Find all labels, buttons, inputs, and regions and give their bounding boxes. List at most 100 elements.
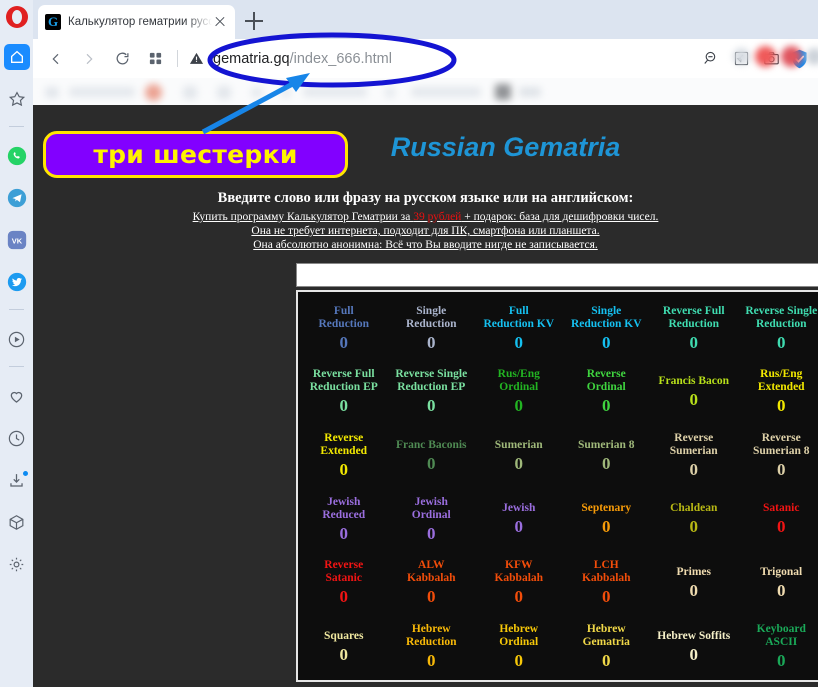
address-bar[interactable]: gematria.gq/index_666.html	[186, 45, 693, 73]
gematria-cell-value: 0	[427, 332, 436, 352]
gematria-cell-label: Reverse Satanic	[324, 559, 364, 585]
sidebar-item-favorites[interactable]	[4, 86, 30, 112]
browser-toolbar: gematria.gq/index_666.html	[33, 39, 818, 78]
ad-line[interactable]: Она не требует интернета, подходит для П…	[33, 224, 818, 238]
gematria-cell-label: Sumerian 8	[577, 438, 635, 451]
new-tab-button[interactable]	[245, 12, 263, 30]
search-page-button[interactable]	[699, 47, 723, 71]
forward-button[interactable]	[76, 46, 102, 72]
telegram-icon	[7, 188, 26, 208]
gematria-cell-value: 0	[777, 651, 786, 671]
blurred-bookmark	[69, 87, 135, 97]
gematria-phrase-input[interactable]	[296, 263, 818, 287]
gematria-cell: Reverse Ordinal 0	[563, 359, 651, 423]
blurred-extension-icon	[755, 46, 776, 67]
opera-logo-icon	[5, 6, 28, 28]
gematria-cell-value: 0	[339, 523, 349, 543]
page-content: три шестерки Russian Gematria Введите сл…	[33, 105, 818, 687]
search-icon	[703, 51, 715, 64]
reload-button[interactable]	[109, 46, 135, 72]
browser-tab[interactable]: G Калькулятор гематрии русск	[38, 5, 235, 39]
blurred-bookmark	[281, 87, 291, 98]
gematria-cell: LCH Kabbalah 0	[563, 550, 651, 614]
blurred-bookmark	[183, 86, 197, 99]
gematria-cell: KFW Kabbalah 0	[475, 550, 563, 614]
sidebar-item-vk[interactable]: VK	[4, 227, 30, 253]
gematria-cell-value: 0	[689, 644, 699, 664]
sidebar-item-settings[interactable]	[4, 551, 30, 577]
gematria-cell-label: KFW Kabbalah	[494, 559, 544, 585]
blurred-bookmark	[411, 87, 481, 97]
reload-icon	[116, 52, 129, 65]
heart-icon	[10, 391, 23, 403]
gematria-cell-value: 0	[514, 453, 524, 473]
gematria-cell: Hebrew Soffits 0	[650, 613, 738, 677]
gematria-cell-value: 0	[427, 523, 436, 543]
gematria-cell-value: 0	[514, 517, 524, 537]
gematria-cell-value: 0	[689, 332, 699, 352]
gematria-cell-label: Single Reduction	[406, 304, 457, 330]
forward-arrow-icon	[86, 53, 93, 64]
gematria-cell-value: 0	[339, 460, 349, 480]
sidebar-item-whatsapp[interactable]	[4, 143, 30, 169]
gematria-cell: Squares 0	[300, 613, 388, 677]
gematria-cell-label: Reverse Ordinal	[586, 368, 626, 394]
bookmarks-bar[interactable]	[33, 78, 818, 105]
gematria-cell-label: Reverse Sumerian	[669, 432, 718, 458]
gematria-cell: Reverse Single Reduction 0	[738, 295, 818, 359]
tab-overview-button[interactable]	[142, 46, 168, 72]
blurred-bookmark	[217, 86, 231, 99]
gematria-cell-label: Jewish Ordinal	[411, 495, 451, 521]
sidebar-item-history[interactable]	[4, 425, 30, 451]
ad-line[interactable]: Купить программу Калькулятор Гематрии за…	[33, 210, 818, 224]
gematria-cell-value: 0	[427, 587, 436, 607]
gematria-cell: Francis Bacon 0	[650, 359, 738, 423]
gematria-results-grid: Full Reduction 0 Single Reduction 0 Full Reduct…	[296, 290, 818, 682]
gematria-cell-label: Jewish	[502, 502, 536, 515]
sidebar-item-home[interactable]	[3, 44, 30, 70]
sidebar-item-player[interactable]	[4, 326, 30, 352]
gematria-cell: Reverse Extended 0	[300, 422, 388, 486]
gematria-cell-label: Reverse Single Reduction	[745, 304, 818, 330]
gematria-cell: Jewish Reduced 0	[300, 486, 388, 550]
gematria-cell-value: 0	[427, 651, 436, 671]
gematria-cell-label: Francis Bacon	[658, 374, 730, 387]
gematria-cell: Franc Baconis 0	[388, 422, 476, 486]
blurred-extension-icon	[733, 48, 750, 65]
gematria-cell: Rus/Eng Ordinal 0	[475, 359, 563, 423]
gematria-cell: Jewish 0	[475, 486, 563, 550]
gematria-cell: Satanic 0	[738, 486, 818, 550]
blurred-bookmark	[45, 87, 59, 98]
gematria-cell-label: Reverse Full Reduction	[662, 304, 725, 330]
ad-line[interactable]: Она абсолютно анонимна: Всё что Вы вводи…	[33, 238, 818, 252]
gematria-cell-label: Franc Baconis	[395, 438, 467, 451]
gematria-cell: Rus/Eng Extended 0	[738, 359, 818, 423]
sidebar-item-extensions[interactable]	[4, 509, 30, 535]
downloads-badge	[21, 470, 29, 477]
gematria-cell-value: 0	[689, 580, 699, 600]
gematria-cell-value: 0	[602, 332, 611, 352]
gematria-cell-label: Hebrew Soffits	[657, 629, 731, 642]
gematria-cell-label: Jewish Reduced	[322, 495, 366, 521]
sidebar-item-downloads[interactable]	[4, 467, 30, 493]
tab-grid-icon	[149, 52, 161, 65]
play-circle-icon	[8, 331, 25, 347]
warning-triangle-icon	[189, 52, 204, 64]
sidebar-item-telegram[interactable]	[4, 185, 30, 211]
gematria-cell-label: Chaldean	[670, 502, 718, 515]
blurred-bookmark	[519, 87, 541, 97]
sidebar-item-twitter[interactable]	[4, 269, 30, 295]
back-button[interactable]	[43, 46, 69, 72]
blurred-bookmark	[495, 84, 511, 100]
gematria-cell-value: 0	[339, 587, 349, 607]
svg-text:VK: VK	[11, 236, 22, 245]
page-intro: Введите слово или фразу на русском языке…	[33, 190, 818, 252]
tab-favicon-icon: G	[45, 14, 61, 30]
close-icon[interactable]	[212, 14, 228, 30]
gematria-cell-value: 0	[514, 332, 524, 352]
gematria-cell: Single Reduction 0	[388, 295, 476, 359]
gematria-cell-value: 0	[777, 396, 786, 416]
sidebar-item-liked[interactable]	[4, 383, 30, 409]
blurred-bookmark	[251, 87, 263, 98]
gematria-cell: Chaldean 0	[650, 486, 738, 550]
